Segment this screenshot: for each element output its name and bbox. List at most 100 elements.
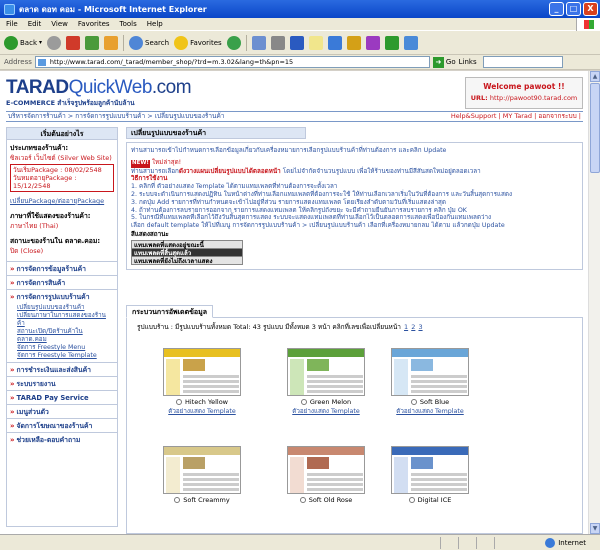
- home-icon[interactable]: [104, 35, 119, 50]
- preview-image: [183, 359, 205, 371]
- preview-line: [411, 380, 467, 383]
- sidebar-item-reports[interactable]: ระบบรายงาน: [7, 376, 117, 390]
- package-link[interactable]: เปลี่ยนPackage/ต่ออายุPackage: [10, 196, 114, 206]
- page-viewport: TARADQuickWeb.com E-COMMERCE สำเร็จรูปพร…: [0, 71, 588, 534]
- welcome-text: Welcome pawoot !!: [483, 82, 565, 91]
- edit-icon[interactable]: [289, 35, 304, 50]
- history-icon[interactable]: [226, 35, 241, 50]
- sidebar-subitem-language[interactable]: เปลี่ยนภาษาในการแสดงของร้านค้า: [17, 312, 113, 328]
- welcome-box: Welcome pawoot !! URL: http://pawoot90.t…: [465, 77, 583, 109]
- menu-edit[interactable]: Edit: [28, 20, 42, 28]
- breadcrumb-path[interactable]: บริหารจัดการร้านค้า > การจัดการรูปแบบร้า…: [8, 112, 224, 120]
- info-panel: ท่านสามารถเข้าไปกำหนดการเลือกข้อมูลเกี่ย…: [126, 142, 583, 270]
- sidebar-item-shop-info[interactable]: การจัดการข้อมูลร้านค้า: [7, 261, 117, 275]
- preview-image: [307, 359, 329, 371]
- template-radio[interactable]: [300, 399, 307, 405]
- forward-arrow-icon[interactable]: [47, 35, 62, 50]
- menu-help[interactable]: Help: [147, 20, 163, 28]
- sidebar-item-personal[interactable]: เมนูส่วนตัว: [7, 404, 117, 418]
- links-label[interactable]: Links: [459, 58, 477, 66]
- sidebar: เริ่มต้นอย่างไร ประเภทของร้านค้า: ซิลเวอ…: [6, 127, 118, 527]
- page-link-1[interactable]: 1: [404, 323, 408, 331]
- sidebar-menu: การจัดการข้อมูลร้านค้า การจัดการสินค้า ก…: [7, 261, 117, 446]
- shop-url[interactable]: http://pawoot90.tarad.com: [490, 94, 577, 102]
- preview-sidebar: [166, 457, 180, 493]
- sidebar-subitem-freestyle-template[interactable]: จัดการ Freestyle Template: [17, 352, 113, 360]
- preview-header: [392, 349, 468, 357]
- menu-view[interactable]: View: [51, 20, 68, 28]
- plugin-icon[interactable]: [384, 35, 399, 50]
- preview-line: [411, 385, 467, 388]
- new-desc-tail: โดยไม่จำกัดจำนวนรูปแบบ เพื่อให้ร้านของท่…: [280, 167, 481, 175]
- close-button[interactable]: X: [583, 2, 598, 16]
- page-link-2[interactable]: 2: [411, 323, 415, 331]
- status-legend-title: สีแสดงสถานะ: [131, 230, 169, 238]
- stop-icon[interactable]: [66, 35, 81, 50]
- template-radio[interactable]: [408, 497, 415, 503]
- search-icon: [129, 35, 144, 50]
- template-example-link[interactable]: ตัวอย่างแสดง Template: [287, 406, 365, 416]
- discuss-icon[interactable]: [308, 35, 323, 50]
- template-name: Green Melon: [309, 398, 352, 406]
- mail-icon[interactable]: [251, 35, 266, 50]
- minimize-button[interactable]: _: [549, 2, 564, 16]
- template-radio[interactable]: [410, 399, 417, 405]
- template-example-link[interactable]: ตัวอย่างแสดง Template: [391, 406, 469, 416]
- scroll-down-icon[interactable]: ▼: [590, 523, 600, 534]
- preview-line: [307, 488, 363, 491]
- favorites-button[interactable]: Favorites: [174, 35, 222, 50]
- print-icon[interactable]: [270, 35, 285, 50]
- sidebar-subitem-open-close[interactable]: สถานะเปิด/ปิดร้านค้าใน ตลาด.คอม: [17, 328, 113, 344]
- sidebar-item-payment[interactable]: การชำระเงินและส่งสินค้า: [7, 362, 117, 376]
- sidebar-subitem-change-style[interactable]: เปลี่ยนรูปแบบของร้านค้า: [17, 304, 113, 312]
- step-6: เลือก default template ให้ไปที่เมนู การจ…: [131, 222, 505, 230]
- go-button[interactable]: ➜ Go: [432, 56, 456, 68]
- scrollbar-thumb[interactable]: [590, 83, 600, 173]
- menubar: File Edit View Favorites Tools Help: [0, 18, 600, 31]
- menu-file[interactable]: File: [6, 20, 18, 28]
- maximize-button[interactable]: □: [566, 2, 581, 16]
- shop-type-title: ประเภทของร้านค้า:: [10, 144, 69, 152]
- template-radio[interactable]: [175, 399, 182, 405]
- toolbar-extra-icon[interactable]: [403, 35, 418, 50]
- toolbar-search-input[interactable]: [482, 56, 563, 68]
- brand-quickweb: QuickWeb: [68, 77, 153, 98]
- template-radio[interactable]: [174, 497, 181, 503]
- research-icon[interactable]: [346, 35, 361, 50]
- sidebar-head[interactable]: เริ่มต้นอย่างไร: [7, 128, 117, 140]
- preview-image: [411, 457, 433, 469]
- address-input[interactable]: http://www.tarad.com/_tarad/member_shop/…: [34, 56, 430, 68]
- scroll-up-icon[interactable]: ▲: [590, 71, 600, 82]
- menu-tools[interactable]: Tools: [120, 20, 137, 28]
- page-link-3[interactable]: 3: [418, 323, 422, 331]
- search-button[interactable]: Search: [129, 35, 169, 50]
- sidebar-item-tarad-pay[interactable]: TARAD Pay Service: [7, 390, 117, 404]
- top-links[interactable]: Help&Support | MY Tarad | ออกจากระบบ |: [451, 112, 581, 121]
- template-preview[interactable]: [163, 348, 241, 396]
- yahoo-icon[interactable]: [365, 35, 380, 50]
- template-preview[interactable]: [163, 446, 241, 494]
- menu-favorites[interactable]: Favorites: [78, 20, 110, 28]
- new-label: ใหม่ล่าสุด!: [151, 158, 182, 166]
- preview-line: [411, 483, 467, 486]
- sidebar-item-ads[interactable]: จัดการโฆษณาของร้านค้า: [7, 418, 117, 432]
- refresh-icon[interactable]: [85, 35, 100, 50]
- tab-update[interactable]: กระบวนการอัพเดตข้อมูล: [126, 305, 214, 318]
- sidebar-subitem-freestyle-menu[interactable]: จัดการ Freestyle Menu: [17, 344, 113, 352]
- messenger-icon[interactable]: [327, 35, 342, 50]
- back-button[interactable]: Back ▾: [4, 35, 42, 50]
- tarad-logo[interactable]: TARADQuickWeb.com E-COMMERCE สำเร็จรูปพร…: [6, 77, 192, 108]
- template-example-link[interactable]: ตัวอย่างแสดง Template: [163, 406, 241, 416]
- brand-tarad: TARAD: [6, 77, 69, 98]
- brand-com: .com: [151, 77, 192, 98]
- template-radio[interactable]: [299, 497, 306, 503]
- vertical-scrollbar[interactable]: ▲ ▼: [588, 71, 600, 534]
- template-preview[interactable]: [391, 446, 469, 494]
- template-preview[interactable]: [391, 348, 469, 396]
- sidebar-item-shop-style[interactable]: การจัดการรูปแบบร้านค้า: [7, 289, 117, 303]
- sidebar-item-help[interactable]: ช่วยเหลือ-ตอบคำถาม: [7, 432, 117, 446]
- template-preview[interactable]: [287, 446, 365, 494]
- template-preview[interactable]: [287, 348, 365, 396]
- sidebar-item-products[interactable]: การจัดการสินค้า: [7, 275, 117, 289]
- preview-line: [183, 390, 239, 393]
